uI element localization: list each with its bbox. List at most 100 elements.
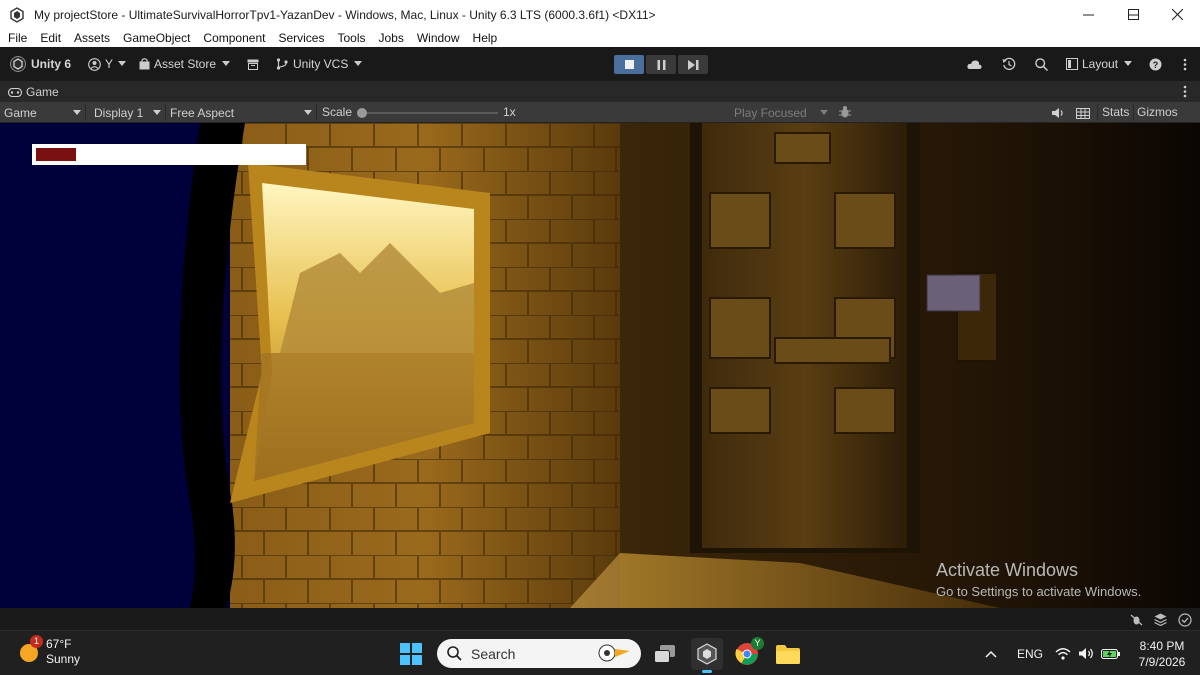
- package-button[interactable]: [247, 47, 259, 81]
- speaker-icon: [1052, 108, 1063, 118]
- stats-button[interactable]: Stats: [1097, 104, 1133, 121]
- menu-gameobject[interactable]: GameObject: [123, 31, 190, 45]
- account-dropdown[interactable]: Y: [88, 47, 127, 81]
- taskbar-clock[interactable]: 8:40 PM 7/9/2026: [1132, 638, 1192, 670]
- play-controls: [614, 55, 710, 74]
- task-view-icon: [654, 645, 675, 663]
- gamepad-icon: [8, 87, 22, 97]
- search-icon: [1035, 57, 1048, 71]
- chevron-down-icon: [1124, 61, 1133, 66]
- aspect-dropdown[interactable]: Free Aspect: [166, 104, 317, 121]
- wifi-icon: [1055, 648, 1071, 660]
- menu-assets[interactable]: Assets: [74, 31, 110, 45]
- search-icon: [447, 646, 462, 661]
- game-viewport[interactable]: Activate Windows Go to Settings to activ…: [0, 123, 1200, 608]
- start-button[interactable]: [395, 638, 427, 670]
- bug-icon: [1130, 614, 1143, 626]
- unity-label: Unity 6: [31, 57, 72, 71]
- svg-text:?: ?: [1153, 60, 1159, 70]
- active-app-indicator: [702, 670, 712, 673]
- menu-bar: File Edit Assets GameObject Component Se…: [0, 29, 1200, 47]
- package-icon: [247, 59, 259, 70]
- cloud-button[interactable]: [967, 47, 982, 81]
- close-icon: [1172, 9, 1183, 20]
- chevron-down-icon: [354, 61, 363, 66]
- scale-slider-handle[interactable]: [357, 108, 367, 118]
- chevron-down-icon: [118, 61, 127, 66]
- layout-dropdown[interactable]: Layout: [1066, 47, 1133, 81]
- layout-icon: [1066, 58, 1078, 70]
- account-label: Y: [105, 57, 114, 71]
- windows-logo-icon: [400, 643, 422, 665]
- history-button[interactable]: [1002, 47, 1016, 81]
- debug-status-button[interactable]: [1130, 613, 1143, 631]
- game-mode-dropdown[interactable]: Game: [0, 104, 86, 121]
- chrome-profile-badge: Y: [751, 637, 764, 650]
- menu-tools[interactable]: Tools: [337, 31, 365, 45]
- menu-edit[interactable]: Edit: [40, 31, 61, 45]
- stop-play-button[interactable]: [614, 55, 644, 74]
- activate-windows-subtitle: Go to Settings to activate Windows.: [936, 584, 1142, 599]
- unity-vcs-dropdown[interactable]: Unity VCS: [276, 47, 363, 81]
- mute-audio-button[interactable]: [1052, 106, 1066, 124]
- menu-services[interactable]: Services: [278, 31, 324, 45]
- display-dropdown[interactable]: Display 1: [90, 104, 166, 121]
- minimize-button-2[interactable]: [1066, 0, 1111, 29]
- help-icon: ?: [1149, 58, 1162, 70]
- maximize-button[interactable]: [1111, 0, 1156, 29]
- volume-button[interactable]: [1079, 631, 1094, 675]
- step-button[interactable]: [678, 55, 708, 74]
- play-focused-label: Play Focused: [734, 105, 807, 120]
- game-tab-row: Game: [0, 81, 1200, 102]
- taskbar-unity-app[interactable]: [691, 638, 723, 673]
- menu-file[interactable]: File: [8, 31, 27, 45]
- windows-taskbar: 1 67°F Sunny Search Y ENG 8:40 PM 7/9/20…: [0, 630, 1200, 675]
- help-button[interactable]: ?: [1149, 47, 1162, 81]
- language-indicator[interactable]: ENG: [1017, 631, 1043, 675]
- close-window-button[interactable]: [1155, 0, 1200, 29]
- stop-icon: [624, 60, 634, 69]
- tab-more-button[interactable]: [1183, 85, 1187, 103]
- layers-status-button[interactable]: [1154, 613, 1167, 631]
- show-hidden-icons-button[interactable]: [985, 631, 997, 675]
- search-highlight-icon: [598, 644, 630, 662]
- chevron-down-icon: [73, 110, 81, 115]
- scale-slider-track[interactable]: [361, 112, 498, 114]
- play-focused-dropdown[interactable]: Play Focused: [730, 104, 832, 121]
- weather-notification-badge: 1: [30, 635, 43, 648]
- menu-jobs[interactable]: Jobs: [378, 31, 403, 45]
- scale-label: Scale: [322, 105, 353, 119]
- battery-button[interactable]: [1101, 631, 1121, 675]
- keyboard-shortcuts-button[interactable]: [1076, 106, 1090, 124]
- taskbar-chrome-app[interactable]: Y: [731, 637, 764, 670]
- activate-windows-watermark: Activate Windows Go to Settings to activ…: [936, 560, 1141, 599]
- clock-time: 8:40 PM: [1139, 639, 1185, 653]
- taskbar-search-box[interactable]: Search: [437, 639, 641, 668]
- unity-account-menu[interactable]: Unity 6: [10, 47, 71, 81]
- battery-charging-icon: [1101, 648, 1120, 659]
- window-title-bar: My projectStore - UltimateSurvivalHorror…: [0, 0, 1200, 29]
- layers-icon: [1154, 613, 1167, 627]
- weather-temperature: 67°F: [46, 637, 72, 651]
- game-view-toolbar: Game Display 1 Free Aspect Scale 1x Play…: [0, 102, 1200, 123]
- wifi-button[interactable]: [1055, 631, 1071, 675]
- tab-game[interactable]: Game: [8, 85, 59, 99]
- chevron-down-icon: [153, 110, 161, 115]
- toolbar-more-button[interactable]: [1183, 47, 1187, 81]
- menu-help[interactable]: Help: [473, 31, 498, 45]
- volume-icon: [1079, 648, 1093, 659]
- task-view-button[interactable]: [649, 638, 681, 670]
- menu-window[interactable]: Window: [417, 31, 460, 45]
- menu-component[interactable]: Component: [203, 31, 265, 45]
- debug-toggle[interactable]: [838, 105, 852, 124]
- search-button[interactable]: [1035, 47, 1048, 81]
- asset-store-label: Asset Store: [154, 57, 217, 71]
- weather-widget[interactable]: 1 67°F Sunny: [18, 635, 80, 667]
- asset-store-dropdown[interactable]: Asset Store: [139, 47, 231, 81]
- pause-button[interactable]: [646, 55, 676, 74]
- unity-logo-icon: [10, 56, 26, 72]
- game-mode-label: Game: [4, 105, 37, 120]
- unity-vcs-label: Unity VCS: [293, 57, 349, 71]
- gizmos-button[interactable]: Gizmos: [1133, 104, 1195, 121]
- taskbar-file-explorer[interactable]: [772, 638, 804, 670]
